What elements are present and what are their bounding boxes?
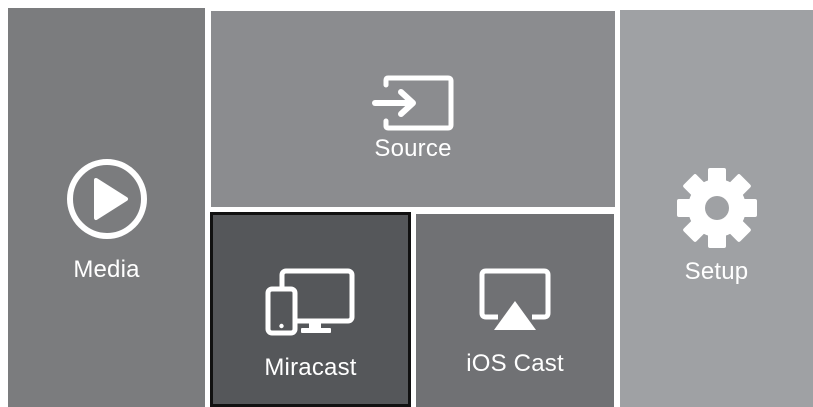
play-circle-icon	[67, 159, 147, 239]
airplay-icon	[479, 268, 551, 330]
setup-tile[interactable]: Setup	[620, 10, 813, 407]
source-tile[interactable]: Source	[211, 11, 615, 207]
input-source-icon	[372, 75, 454, 131]
media-label: Media	[73, 256, 140, 283]
miracast-tile[interactable]: Miracast	[210, 212, 411, 407]
setup-label: Setup	[684, 258, 749, 285]
ios-cast-label: iOS Cast	[466, 350, 564, 377]
miracast-label: Miracast	[264, 354, 357, 381]
media-tile[interactable]: Media	[8, 8, 205, 407]
gear-icon	[677, 168, 757, 248]
devices-icon	[265, 268, 355, 336]
ios-cast-tile[interactable]: iOS Cast	[416, 214, 614, 407]
source-label: Source	[374, 135, 452, 162]
